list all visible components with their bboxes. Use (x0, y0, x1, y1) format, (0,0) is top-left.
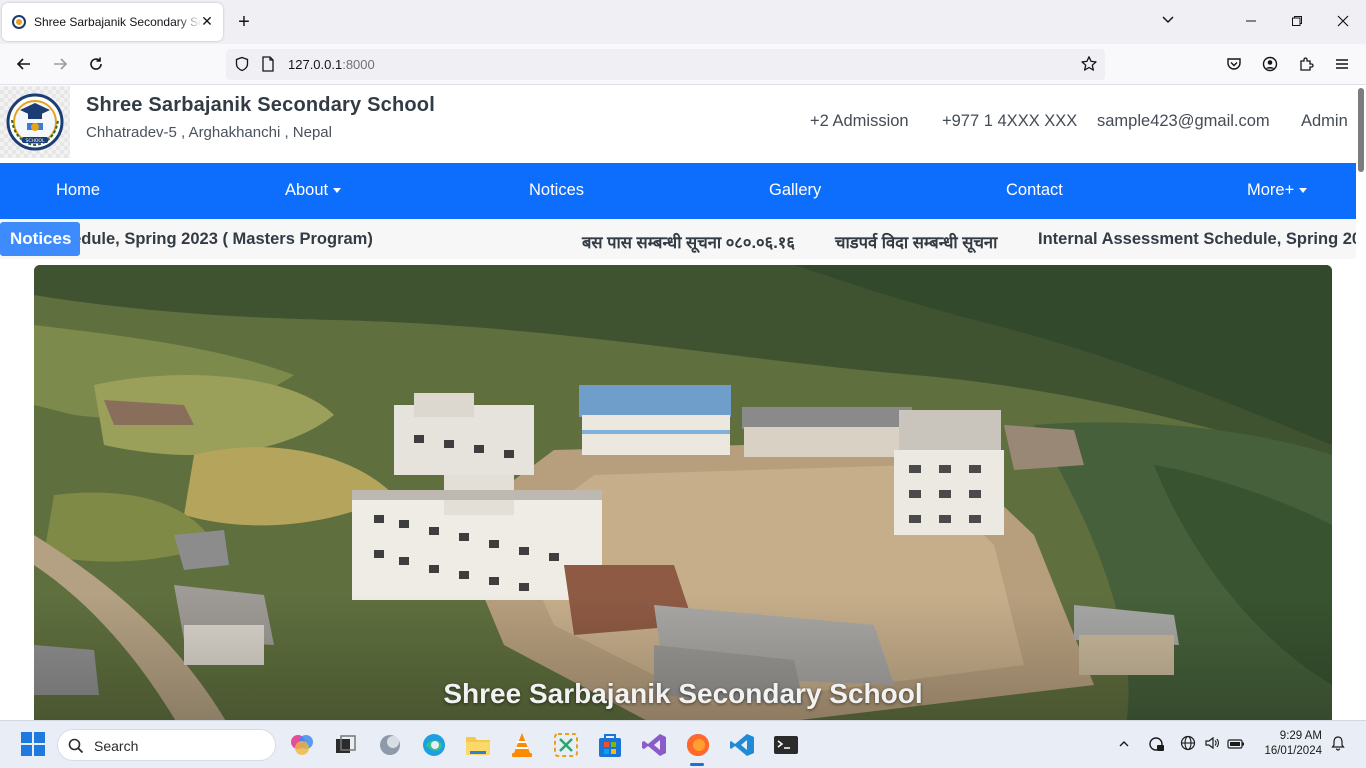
new-tab-button[interactable]: + (233, 11, 255, 33)
hero-caption: Shree Sarbajanik Secondary School (443, 678, 923, 709)
visual-studio-icon[interactable] (640, 731, 668, 759)
browser-tab-bar: Shree Sarbajanik Secondary School ✕ + (0, 0, 1366, 44)
ticker-notice[interactable]: Internal Assessment Schedule, Spring 202… (1038, 230, 1356, 249)
phone-link[interactable]: +977 1 4XXX XXX (942, 112, 1077, 131)
list-all-tabs-icon[interactable] (1154, 8, 1182, 36)
tab-title: Shree Sarbajanik Secondary School (34, 15, 202, 29)
windows-taskbar: Search 9:29 AM 16/01/2024 (0, 720, 1366, 768)
admin-link[interactable]: Admin (1301, 112, 1348, 131)
account-icon[interactable] (1258, 52, 1282, 76)
browser-toolbar: 127.0.0.1:8000 (0, 44, 1366, 85)
vscode-icon[interactable] (728, 731, 756, 759)
page-scrollbar-thumb[interactable] (1358, 88, 1364, 172)
minimize-window-icon[interactable] (1237, 8, 1265, 36)
reload-icon[interactable] (84, 52, 108, 76)
notice-ticker: hedule, Spring 2023 ( Masters Program) ब… (0, 219, 1356, 259)
close-tab-icon[interactable]: ✕ (199, 13, 215, 29)
back-arrow-icon[interactable] (12, 52, 36, 76)
language-globe-icon[interactable] (1178, 735, 1198, 755)
nav-more-label: More+ (1247, 181, 1295, 199)
admission-link[interactable]: +2 Admission (810, 112, 909, 131)
snipping-tool-icon[interactable] (552, 731, 580, 759)
volume-speaker-icon[interactable] (1202, 735, 1222, 755)
ticker-notice[interactable]: बस पास सम्बन्धी सूचना ०८०.०६.१६ (582, 230, 795, 253)
app-menu-icon[interactable] (1330, 52, 1354, 76)
address-bar[interactable]: 127.0.0.1:8000 (226, 49, 1105, 80)
page-info-icon[interactable] (256, 52, 280, 76)
nav-about-label: About (285, 181, 329, 199)
shield-icon[interactable] (230, 52, 254, 76)
hero-banner: Shree Sarbajanik Secondary School (34, 265, 1332, 720)
url-text[interactable]: 127.0.0.1:8000 (288, 57, 375, 72)
microsoft-store-icon[interactable] (596, 731, 624, 759)
caret-down-icon (333, 188, 342, 194)
edge-browser-icon[interactable] (420, 731, 448, 759)
search-icon (68, 738, 84, 754)
copilot-icon[interactable] (288, 731, 316, 759)
clock-time: 9:29 AM (1279, 730, 1322, 742)
pocket-icon[interactable] (1222, 52, 1246, 76)
email-link[interactable]: sample423@gmail.com (1097, 112, 1270, 131)
nav-contact[interactable]: Contact (1006, 181, 1063, 200)
taskbar-search-box[interactable]: Search (57, 729, 276, 761)
restore-window-icon[interactable] (1283, 8, 1311, 36)
active-app-indicator (690, 763, 704, 766)
windows-start-icon[interactable] (20, 731, 48, 759)
vlc-player-icon[interactable] (508, 731, 536, 759)
clock-date: 16/01/2024 (1264, 745, 1322, 757)
network-status-icon[interactable] (1146, 735, 1166, 755)
system-clock[interactable]: 9:29 AM 16/01/2024 (1264, 729, 1322, 759)
nav-more[interactable]: More+ (1247, 181, 1308, 200)
nav-notices[interactable]: Notices (529, 181, 584, 200)
task-view-icon[interactable] (332, 731, 360, 759)
nav-about[interactable]: About (285, 181, 342, 200)
close-window-icon[interactable] (1329, 8, 1357, 36)
web-page: SCHOOL Shree Sarbajanik Secondary School… (0, 86, 1356, 720)
caret-down-icon (1299, 188, 1308, 194)
school-aerial-photo (34, 265, 1332, 720)
terminal-icon[interactable] (772, 731, 800, 759)
school-name[interactable]: Shree Sarbajanik Secondary School (86, 94, 435, 117)
site-favicon-icon (12, 15, 26, 29)
show-hidden-icons-chevron-icon[interactable] (1114, 735, 1134, 755)
widgets-icon[interactable] (376, 731, 404, 759)
nav-home[interactable]: Home (56, 181, 100, 200)
ticker-notice[interactable]: hedule, Spring 2023 ( Masters Program) (62, 230, 373, 249)
browser-tab-active[interactable]: Shree Sarbajanik Secondary School ✕ (2, 3, 223, 41)
notices-badge[interactable]: Notices (0, 222, 80, 256)
notification-bell-icon[interactable] (1328, 735, 1348, 755)
nav-gallery[interactable]: Gallery (769, 181, 821, 200)
ticker-notice[interactable]: चाडपर्व विदा सम्बन्धी सूचना (835, 230, 997, 253)
extensions-icon[interactable] (1294, 52, 1318, 76)
forward-arrow-icon[interactable] (48, 52, 72, 76)
search-placeholder: Search (94, 738, 139, 754)
file-explorer-icon[interactable] (464, 731, 492, 759)
page-scrollbar[interactable] (1356, 86, 1366, 720)
firefox-icon[interactable] (684, 731, 712, 759)
school-address: Chhatradev-5 , Arghakhanchi , Nepal (86, 124, 332, 141)
bookmark-star-icon[interactable] (1077, 52, 1101, 76)
svg-text:SCHOOL: SCHOOL (26, 138, 45, 144)
battery-icon[interactable] (1226, 735, 1246, 755)
site-header: SCHOOL Shree Sarbajanik Secondary School… (0, 86, 1356, 163)
school-logo[interactable]: SCHOOL (0, 86, 70, 158)
main-navigation: Home About Notices Gallery Contact More+ (0, 163, 1356, 219)
